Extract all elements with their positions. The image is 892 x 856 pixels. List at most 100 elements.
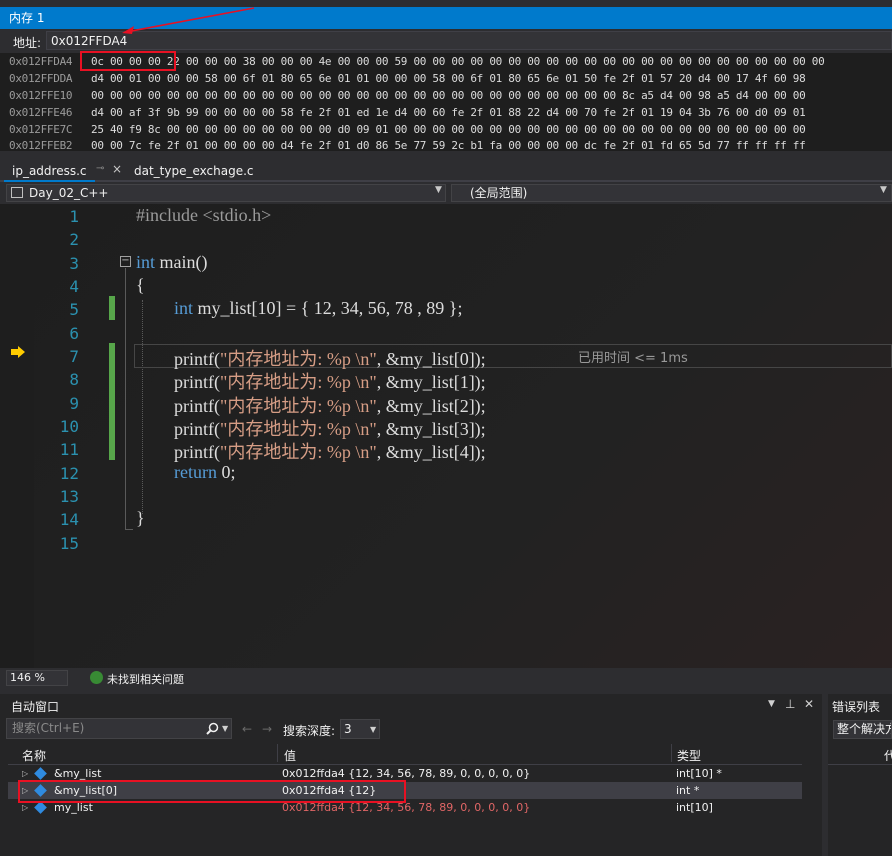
keyword: return	[174, 462, 217, 482]
annotation-arrow	[122, 7, 255, 34]
string-literal: "内存地址为: %p \n"	[219, 396, 377, 416]
search-icon[interactable]	[206, 722, 219, 735]
outline-guide	[125, 268, 126, 530]
address-label: 地址:	[13, 36, 42, 50]
column-divider[interactable]	[671, 744, 672, 762]
collapse-toggle[interactable]: −	[120, 256, 131, 267]
string-literal: "内存地址为: %p \n"	[219, 442, 377, 462]
memory-row-bytes: d4 00 01 00 00 00 58 00 6f 01 80 65 6e 0…	[91, 72, 806, 85]
close-icon[interactable]: ✕	[804, 697, 814, 711]
chevron-down-icon[interactable]: ▼	[435, 185, 442, 195]
search-input[interactable]: 搜索(Ctrl+E)	[6, 718, 232, 739]
string-literal: "内存地址为: %p \n"	[219, 419, 377, 439]
column-value[interactable]: 值	[284, 747, 296, 764]
memory-row-bytes: 00 00 00 00 00 00 00 00 00 00 00 00 00 0…	[91, 89, 806, 102]
memory-row: 0x012FFE7C 25 40 f9 8c 00 00 00 00 00 00 …	[9, 123, 806, 140]
pin-icon[interactable]: ⊸	[96, 163, 104, 174]
memory-row-address: 0x012FFE10	[9, 89, 73, 102]
memory-title-text: 内存 1	[9, 11, 45, 25]
line-number: 5	[69, 300, 79, 319]
indent-guide	[142, 300, 143, 514]
line-number: 12	[59, 464, 79, 483]
include-directive: #include <stdio.h>	[136, 205, 272, 225]
tab-dat-type-exchage[interactable]: dat_type_exchage.c	[134, 160, 254, 182]
annotation-box-bytes	[80, 51, 176, 71]
forward-arrow-icon[interactable]: →	[262, 722, 272, 736]
memory-row: 0x012FFEB2 00 00 7c fe 2f 01 00 00 00 00 …	[9, 139, 806, 156]
code-line-brace-open: {	[136, 275, 145, 295]
error-column-code[interactable]: 代	[884, 747, 892, 764]
memory-row: 0x012FFDA4 0c 00 00 00 22 00 00 00 38 00 …	[9, 55, 825, 72]
line-number: 8	[69, 370, 79, 389]
chevron-down-icon[interactable]: ▼	[880, 185, 887, 195]
memory-row-bytes: 25 40 f9 8c 00 00 00 00 00 00 00 00 00 d…	[91, 123, 806, 136]
outline-guide-end	[125, 529, 133, 530]
column-divider[interactable]	[277, 744, 278, 762]
memory-row: 0x012FFDDA d4 00 01 00 00 00 58 00 6f 01 …	[9, 72, 806, 89]
memory-row: 0x012FFE46 d4 00 af 3f 9b 99 00 00 00 00 …	[9, 106, 806, 123]
scope-dropdown[interactable]: (全局范围)	[451, 184, 892, 202]
line-number: 1	[69, 207, 79, 226]
code-line-return: return 0;	[174, 462, 236, 483]
memory-row: 0x012FFE10 00 00 00 00 00 00 00 00 00 00 …	[9, 89, 806, 106]
printf-call: printf(	[174, 442, 220, 462]
close-icon[interactable]: ×	[112, 162, 122, 176]
tab-ip-address[interactable]: ip_address.c	[4, 160, 95, 182]
line-number: 15	[59, 534, 79, 553]
line-number: 6	[69, 324, 79, 343]
memory-row-bytes: d4 00 af 3f 9b 99 00 00 00 00 58 fe 2f 0…	[91, 106, 806, 119]
line-number: 7	[69, 347, 79, 366]
pin-icon[interactable]: ⊥	[785, 697, 795, 711]
printf-args: , &my_list[1]);	[376, 372, 486, 392]
variable-icon	[34, 801, 47, 814]
autos-row-type: int[10] *	[676, 767, 722, 780]
variable-icon	[34, 767, 47, 780]
printf-call: printf(	[174, 349, 220, 369]
keyword: int	[174, 298, 194, 318]
printf-args: , &my_list[2]);	[376, 396, 486, 416]
change-marker	[109, 343, 115, 460]
autos-title: 自动窗口	[11, 700, 60, 714]
project-icon	[11, 187, 23, 198]
chevron-down-icon[interactable]: ▼	[222, 724, 228, 733]
line-number: 10	[59, 417, 79, 436]
declaration-text: my_list[10] = { 12, 34, 56, 78 , 89 };	[193, 298, 463, 318]
chevron-down-icon[interactable]: ▼	[370, 725, 376, 734]
code-line-include: #include <stdio.h>	[136, 205, 271, 226]
line-number: 11	[59, 440, 79, 459]
return-value: 0;	[216, 462, 236, 482]
current-line-arrow-icon	[11, 346, 25, 358]
dropdown-menu-icon[interactable]: ▼	[768, 699, 775, 709]
perf-tip: 已用时间 <= 1ms	[578, 351, 688, 366]
change-marker	[109, 296, 115, 320]
memory-row-bytes: 00 00 7c fe 2f 01 00 00 00 00 d4 fe 2f 0…	[91, 139, 806, 152]
printf-args: , &my_list[0]);	[376, 349, 486, 369]
memory-row-address: 0x012FFEB2	[9, 139, 73, 152]
code-line-declaration: int my_list[10] = { 12, 34, 56, 78 , 89 …	[174, 298, 462, 319]
project-dropdown[interactable]: Day_02_C++	[6, 184, 446, 202]
line-number: 13	[59, 487, 79, 506]
issues-status[interactable]: 未找到相关问题	[107, 671, 184, 687]
autos-row-type: int *	[676, 784, 700, 797]
error-grid-divider	[828, 764, 892, 765]
printf-args: , &my_list[3]);	[376, 419, 486, 439]
column-type[interactable]: 类型	[677, 747, 701, 764]
memory-row-address: 0x012FFE46	[9, 106, 73, 119]
printf-call: printf(	[174, 372, 220, 392]
keyword: int	[136, 252, 156, 272]
code-line-main: int main()	[136, 252, 208, 273]
back-arrow-icon[interactable]: ←	[242, 722, 252, 736]
line-number: 2	[69, 230, 79, 249]
line-number: 3	[69, 254, 79, 273]
memory-row-address: 0x012FFDA4	[9, 55, 73, 68]
error-scope-select[interactable]: 整个解决方案	[833, 720, 892, 739]
zoom-dropdown[interactable]: 146 %	[6, 670, 68, 686]
column-name[interactable]: 名称	[22, 747, 46, 764]
search-depth-label: 搜索深度:	[283, 724, 336, 738]
error-list-title: 错误列表	[832, 700, 881, 714]
memory-row-address: 0x012FFDDA	[9, 72, 73, 85]
memory-row-bytes: 0c 00 00 00 22 00 00 00 38 00 00 00 4e 0…	[91, 55, 825, 68]
printf-args: , &my_list[4]);	[376, 442, 486, 462]
printf-call: printf(	[174, 419, 220, 439]
printf-call: printf(	[174, 396, 220, 416]
